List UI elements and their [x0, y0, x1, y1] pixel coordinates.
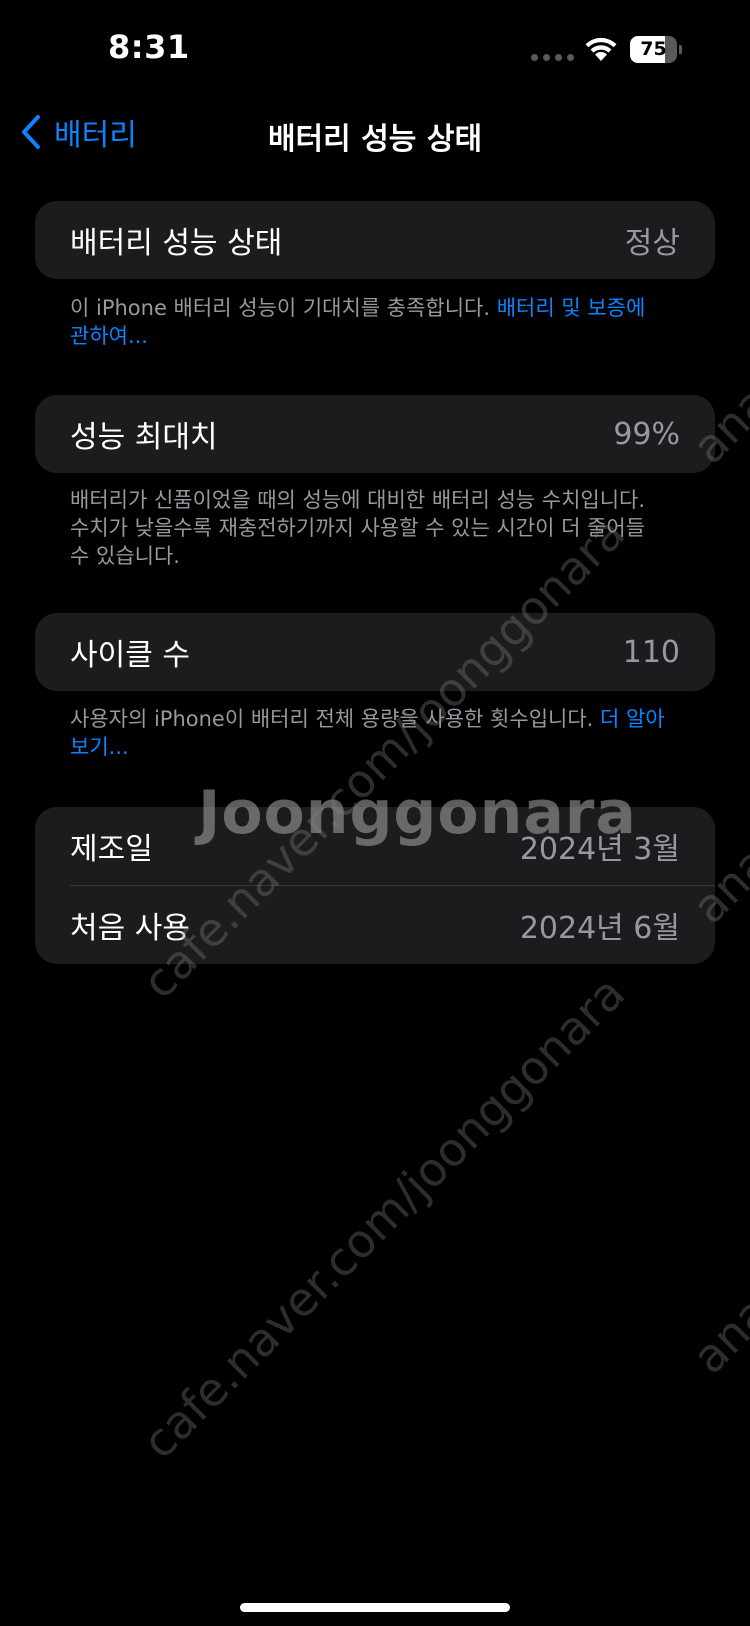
max-capacity-label: 성능 최대치: [70, 420, 218, 455]
manufacture-date-label: 제조일: [70, 832, 153, 867]
home-indicator[interactable]: [240, 1603, 510, 1612]
manufacture-date-row: 제조일 2024년 3월: [35, 807, 715, 885]
watermark-side: ana: [681, 1285, 750, 1384]
cycle-count-note: 사용자의 iPhone이 배터리 전체 용량을 사용한 횟수입니다.: [70, 707, 601, 731]
wifi-icon: [585, 37, 617, 61]
max-capacity-card: 성능 최대치 99%: [35, 395, 715, 473]
battery-health-footnote: 이 iPhone 배터리 성능이 기대치를 충족합니다. 배터리 및 보증에 관…: [70, 294, 670, 350]
battery-health-card: 배터리 성능 상태 정상: [35, 201, 715, 279]
first-use-value: 2024년 6월: [519, 911, 680, 946]
first-use-row: 처음 사용 2024년 6월: [35, 886, 715, 964]
cellular-signal-icon: [531, 54, 574, 61]
cycle-count-row: 사이클 수 110: [35, 613, 715, 691]
battery-icon: 75: [630, 36, 682, 63]
manufacture-date-value: 2024년 3월: [519, 832, 680, 867]
cycle-count-label: 사이클 수: [70, 638, 190, 673]
cycle-count-card: 사이클 수 110: [35, 613, 715, 691]
dates-card: 제조일 2024년 3월 처음 사용 2024년 6월: [35, 807, 715, 964]
first-use-label: 처음 사용: [70, 911, 190, 946]
cycle-count-footnote: 사용자의 iPhone이 배터리 전체 용량을 사용한 횟수입니다. 더 알아보…: [70, 705, 670, 761]
battery-health-row: 배터리 성능 상태 정상: [35, 201, 715, 279]
max-capacity-row: 성능 최대치 99%: [35, 395, 715, 473]
max-capacity-value: 99%: [613, 416, 680, 452]
battery-health-note: 이 iPhone 배터리 성능이 기대치를 충족합니다.: [70, 296, 497, 320]
max-capacity-note: 배터리가 신품이었을 때의 성능에 대비한 배터리 성능 수치입니다. 수치가 …: [70, 488, 646, 568]
page-title: 배터리 성능 상태: [267, 122, 483, 157]
cycle-count-value: 110: [622, 634, 680, 670]
watermark-text: cafe.naver.com/joonggonara: [131, 965, 636, 1469]
battery-health-label: 배터리 성능 상태: [70, 226, 283, 261]
navigation-bar: 배터리 배터리 성능 상태: [0, 100, 750, 164]
battery-percent: 75: [640, 38, 667, 60]
status-time: 8:31: [108, 28, 190, 66]
battery-health-value: 정상: [624, 226, 680, 261]
status-bar: 8:31 75: [0, 0, 750, 100]
